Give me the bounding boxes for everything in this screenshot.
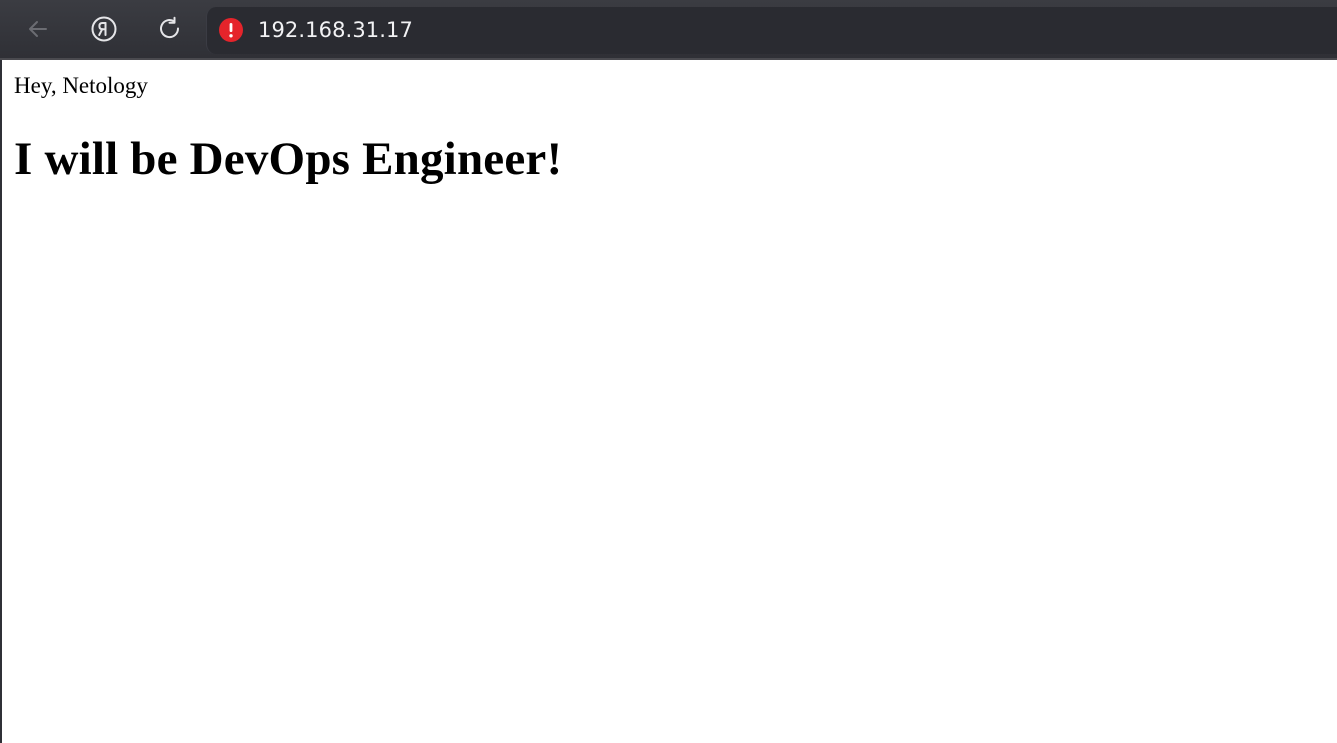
yandex-logo-icon xyxy=(91,16,117,42)
back-arrow-icon xyxy=(29,21,47,37)
yandex-home-button[interactable] xyxy=(87,12,121,46)
reload-button[interactable] xyxy=(153,12,187,46)
address-bar[interactable]: 192.168.31.17 xyxy=(206,7,1337,54)
browser-toolbar: 192.168.31.17 xyxy=(0,0,1337,60)
page-greeting-text: Hey, Netology xyxy=(14,73,148,98)
back-button[interactable] xyxy=(21,12,55,46)
page-headline: I will be DevOps Engineer! xyxy=(14,133,563,185)
warning-icon[interactable] xyxy=(219,18,243,42)
url-text[interactable]: 192.168.31.17 xyxy=(258,17,413,43)
page-content: Hey, Netology I will be DevOps Engineer! xyxy=(2,60,1337,743)
browser-window: 192.168.31.17 Hey, Netology I will be De… xyxy=(0,0,1337,743)
reload-icon xyxy=(160,16,180,39)
